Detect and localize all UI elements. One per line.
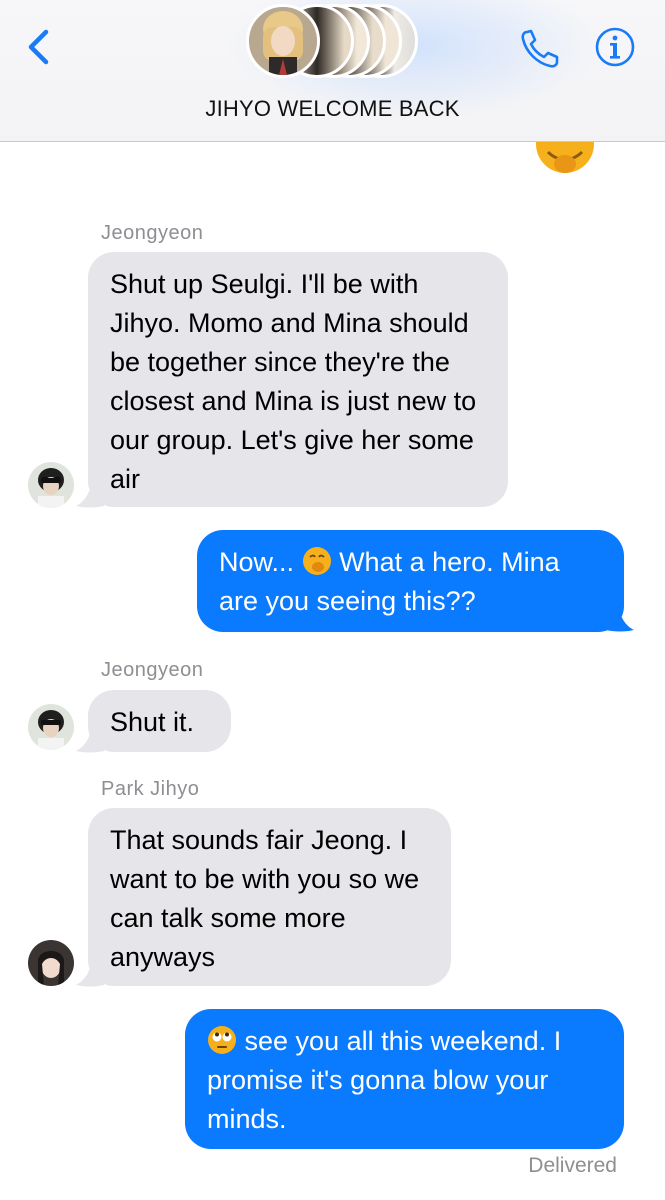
conversation-title[interactable]: JIHYO WELCOME BACK <box>0 96 665 122</box>
chevron-left-icon <box>28 29 49 65</box>
group-avatars[interactable] <box>244 4 424 82</box>
outgoing-message-bubble[interactable]: see you all this weekend. I promise it's… <box>185 1009 624 1149</box>
message-text: Shut it. <box>110 707 195 737</box>
delivery-status: Delivered <box>528 1154 617 1177</box>
message-text: That sounds fair Jeong. I want to be wit… <box>110 825 420 972</box>
call-button[interactable] <box>518 26 566 70</box>
info-icon <box>595 27 635 67</box>
avatar[interactable] <box>28 940 74 986</box>
phone-icon <box>521 29 559 68</box>
bubble-tail <box>76 725 104 753</box>
incoming-message-bubble[interactable]: That sounds fair Jeong. I want to be wit… <box>88 808 451 986</box>
message-text: Shut up Seulgi. I'll be with Jihyo. Momo… <box>110 269 477 494</box>
conversation-header: JIHYO WELCOME BACK <box>0 0 665 142</box>
message-text-after-emoji: see you all this weekend. I promise it's… <box>207 1026 562 1134</box>
incoming-message-bubble[interactable]: Shut it. <box>88 690 231 752</box>
info-button[interactable] <box>594 26 636 68</box>
bubble-tail <box>76 959 104 987</box>
back-button[interactable] <box>22 26 58 68</box>
eye-roll-face-icon <box>208 1026 236 1054</box>
message-text-before-emoji: Now... <box>219 547 295 577</box>
avatar[interactable] <box>28 462 74 508</box>
sender-name: Jeongyeon <box>101 659 204 681</box>
sender-name: Jeongyeon <box>101 222 204 244</box>
portrait-image <box>28 704 74 750</box>
group-member-avatar <box>246 4 320 78</box>
portrait-image <box>28 940 74 986</box>
incoming-message-bubble[interactable]: Shut up Seulgi. I'll be with Jihyo. Momo… <box>88 252 508 507</box>
portrait-image <box>249 7 317 75</box>
bubble-tail <box>76 480 104 508</box>
outgoing-message-bubble[interactable]: Now... What a hero. Mina are you seeing … <box>197 530 624 632</box>
shushing-face-icon <box>536 142 594 173</box>
bubble-tail <box>606 604 634 632</box>
avatar[interactable] <box>28 704 74 750</box>
portrait-image <box>28 462 74 508</box>
shushing-face-icon <box>302 547 331 575</box>
emoji-reaction-peek <box>534 142 596 182</box>
sender-name: Park Jihyo <box>101 778 200 800</box>
